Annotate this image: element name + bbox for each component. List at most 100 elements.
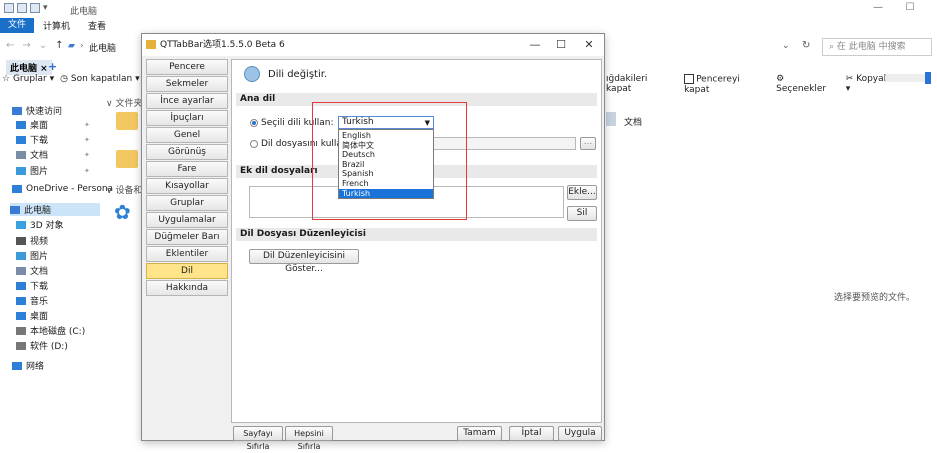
close-others-button[interactable]: ığdakileri kapat xyxy=(606,74,674,94)
check-icon[interactable] xyxy=(17,3,27,13)
pin-icon[interactable]: ✦ xyxy=(84,151,90,159)
nav-item[interactable]: Dil xyxy=(146,263,228,279)
right-file-label[interactable]: 文档 xyxy=(624,115,642,128)
nav-item[interactable]: Genel xyxy=(146,127,228,143)
back-arrow-icon[interactable]: ← xyxy=(6,40,14,51)
sidebar-item-label: 软件 (D:) xyxy=(30,342,68,352)
forward-arrow-icon[interactable]: → xyxy=(22,40,30,51)
reset-page-button[interactable]: Sayfayı Sıfırla xyxy=(233,426,283,451)
cloud-icon xyxy=(12,185,22,193)
download-icon xyxy=(16,135,26,144)
toolbar-slider[interactable] xyxy=(885,72,931,84)
sidebar-item[interactable]: 图片 ✦ xyxy=(16,164,90,177)
sidebar-item[interactable]: 3D 对象 xyxy=(16,218,64,231)
tab-view[interactable]: 查看 xyxy=(79,19,115,32)
nav-item[interactable]: Uygulamalar xyxy=(146,212,228,228)
dialog-titlebar: QTTabBar选项1.5.5.0 Beta 6 — ☐ ✕ xyxy=(142,34,604,56)
pin-icon[interactable]: ✦ xyxy=(84,167,90,175)
maximize-button[interactable]: ☐ xyxy=(900,2,920,16)
use-language-file-radio[interactable] xyxy=(250,140,258,148)
address-bar[interactable]: 此电脑 xyxy=(89,41,116,54)
sidebar-item-label: 网络 xyxy=(26,362,45,372)
nav-item[interactable]: Eklentiler xyxy=(146,246,228,262)
pin-icon[interactable]: ✦ xyxy=(84,136,90,144)
panel-header: Dili değiştir. xyxy=(268,69,328,80)
add-file-button[interactable]: Ekle... xyxy=(567,185,597,200)
ok-button[interactable]: Tamam xyxy=(457,426,502,441)
cancel-button[interactable]: İptal xyxy=(509,426,554,441)
nav-item[interactable]: İnce ayarlar xyxy=(146,93,228,109)
cube-icon xyxy=(16,220,26,229)
use-selected-language-radio[interactable] xyxy=(250,119,258,127)
nav-item[interactable]: Kısayollar xyxy=(146,178,228,194)
gear-icon: ⚙ xyxy=(776,74,785,85)
up-arrow-icon[interactable]: ↑ xyxy=(55,40,63,51)
nav-item[interactable]: Görünüş xyxy=(146,144,228,160)
search-input[interactable]: ⌕ 在 此电脑 中搜索 xyxy=(822,38,932,56)
groups-button[interactable]: ☆ Gruplar ▾ xyxy=(2,74,54,84)
browse-button[interactable]: ... xyxy=(580,137,596,150)
search-placeholder: 在 此电脑 中搜索 xyxy=(836,42,906,52)
qt-tab-this-pc[interactable]: 此电脑 × xyxy=(6,60,52,75)
sidebar-item[interactable]: 快速访问 xyxy=(12,104,62,117)
remove-file-button[interactable]: Sil xyxy=(567,206,597,221)
nav-item[interactable]: Hakkında xyxy=(146,280,228,296)
computer-icon xyxy=(10,205,20,214)
slider-knob[interactable] xyxy=(925,72,931,84)
quick-access-toolbar: ▾ xyxy=(4,3,48,13)
nav-item[interactable]: Sekmeler xyxy=(146,76,228,92)
tab-computer[interactable]: 计算机 xyxy=(34,19,79,32)
sidebar-item[interactable]: 图片 xyxy=(16,249,48,262)
close-window-button[interactable]: Pencereyi kapat xyxy=(684,74,766,95)
sidebar-item[interactable]: 下载 ✦ xyxy=(16,133,90,146)
sidebar-item[interactable]: 文档 xyxy=(16,264,48,277)
dialog-title: QTTabBar选项1.5.5.0 Beta 6 xyxy=(160,40,285,50)
folder-icon[interactable] xyxy=(116,150,138,168)
options-label: Seçenekler xyxy=(776,84,827,95)
chevron-down-icon[interactable]: ▾ xyxy=(43,3,48,13)
baidu-netdisk-icon[interactable]: ✿ xyxy=(114,200,131,224)
nav-item[interactable]: Düğmeler Barı xyxy=(146,229,228,245)
nav-item[interactable]: Pencere xyxy=(146,59,228,75)
folder-icon[interactable] xyxy=(116,112,138,130)
sidebar-item[interactable]: 此电脑 xyxy=(10,203,100,216)
sidebar-item[interactable]: 音乐 xyxy=(16,294,48,307)
address-dropdown-icon[interactable]: ⌄ xyxy=(782,41,790,51)
apply-button[interactable]: Uygula xyxy=(558,426,602,441)
recently-closed-label: Son kapatılan xyxy=(70,74,133,84)
properties-icon[interactable] xyxy=(30,3,40,13)
sidebar-item-label: 图片 xyxy=(30,252,49,262)
dialog-maximize-button[interactable]: ☐ xyxy=(546,34,576,56)
tab-file[interactable]: 文件 xyxy=(0,18,35,33)
sidebar-item[interactable]: 桌面 ✦ xyxy=(16,118,90,131)
sidebar-item[interactable]: OneDrive - Persona xyxy=(12,184,113,194)
nav-item[interactable]: İpuçları xyxy=(146,110,228,126)
pin-icon[interactable]: ✦ xyxy=(84,121,90,129)
refresh-icon[interactable]: ↻ xyxy=(802,40,810,51)
folder-icon xyxy=(4,3,14,13)
nav-item[interactable]: Gruplar xyxy=(146,195,228,211)
chevron-right-icon: › xyxy=(80,41,84,51)
sidebar-item-label: OneDrive - Persona xyxy=(26,184,114,194)
sidebar-item[interactable]: 本地磁盘 (C:) xyxy=(16,324,85,337)
minimize-button[interactable]: — xyxy=(868,2,888,16)
document-icon[interactable] xyxy=(606,112,616,126)
picture-icon xyxy=(16,251,26,260)
sidebar-item[interactable]: 文档 ✦ xyxy=(16,148,90,161)
recent-chevron-icon[interactable]: ⌄ xyxy=(39,40,47,51)
reset-all-button[interactable]: Hepsini Sıfırla xyxy=(285,426,333,451)
nav-item[interactable]: Fare xyxy=(146,161,228,177)
recently-closed-button[interactable]: ◷ Son kapatılan ▾ xyxy=(60,74,139,84)
new-tab-plus-icon[interactable]: + xyxy=(48,60,57,73)
sidebar-item[interactable]: 软件 (D:) xyxy=(16,339,68,352)
dialog-close-button[interactable]: ✕ xyxy=(574,34,604,56)
sidebar-item[interactable]: 下载 xyxy=(16,279,48,292)
show-editor-button[interactable]: Dil Düzenleyicisini Göster... xyxy=(249,249,359,274)
options-button[interactable]: ⚙ Seçenekler xyxy=(776,74,836,94)
sidebar-item[interactable]: 桌面 xyxy=(16,309,48,322)
desktop-icon xyxy=(16,311,26,320)
sidebar-item[interactable]: 网络 xyxy=(12,359,44,372)
sidebar-item[interactable]: 视频 xyxy=(16,234,48,247)
desktop-icon xyxy=(16,120,26,129)
window-title: 此电脑 xyxy=(70,7,98,17)
